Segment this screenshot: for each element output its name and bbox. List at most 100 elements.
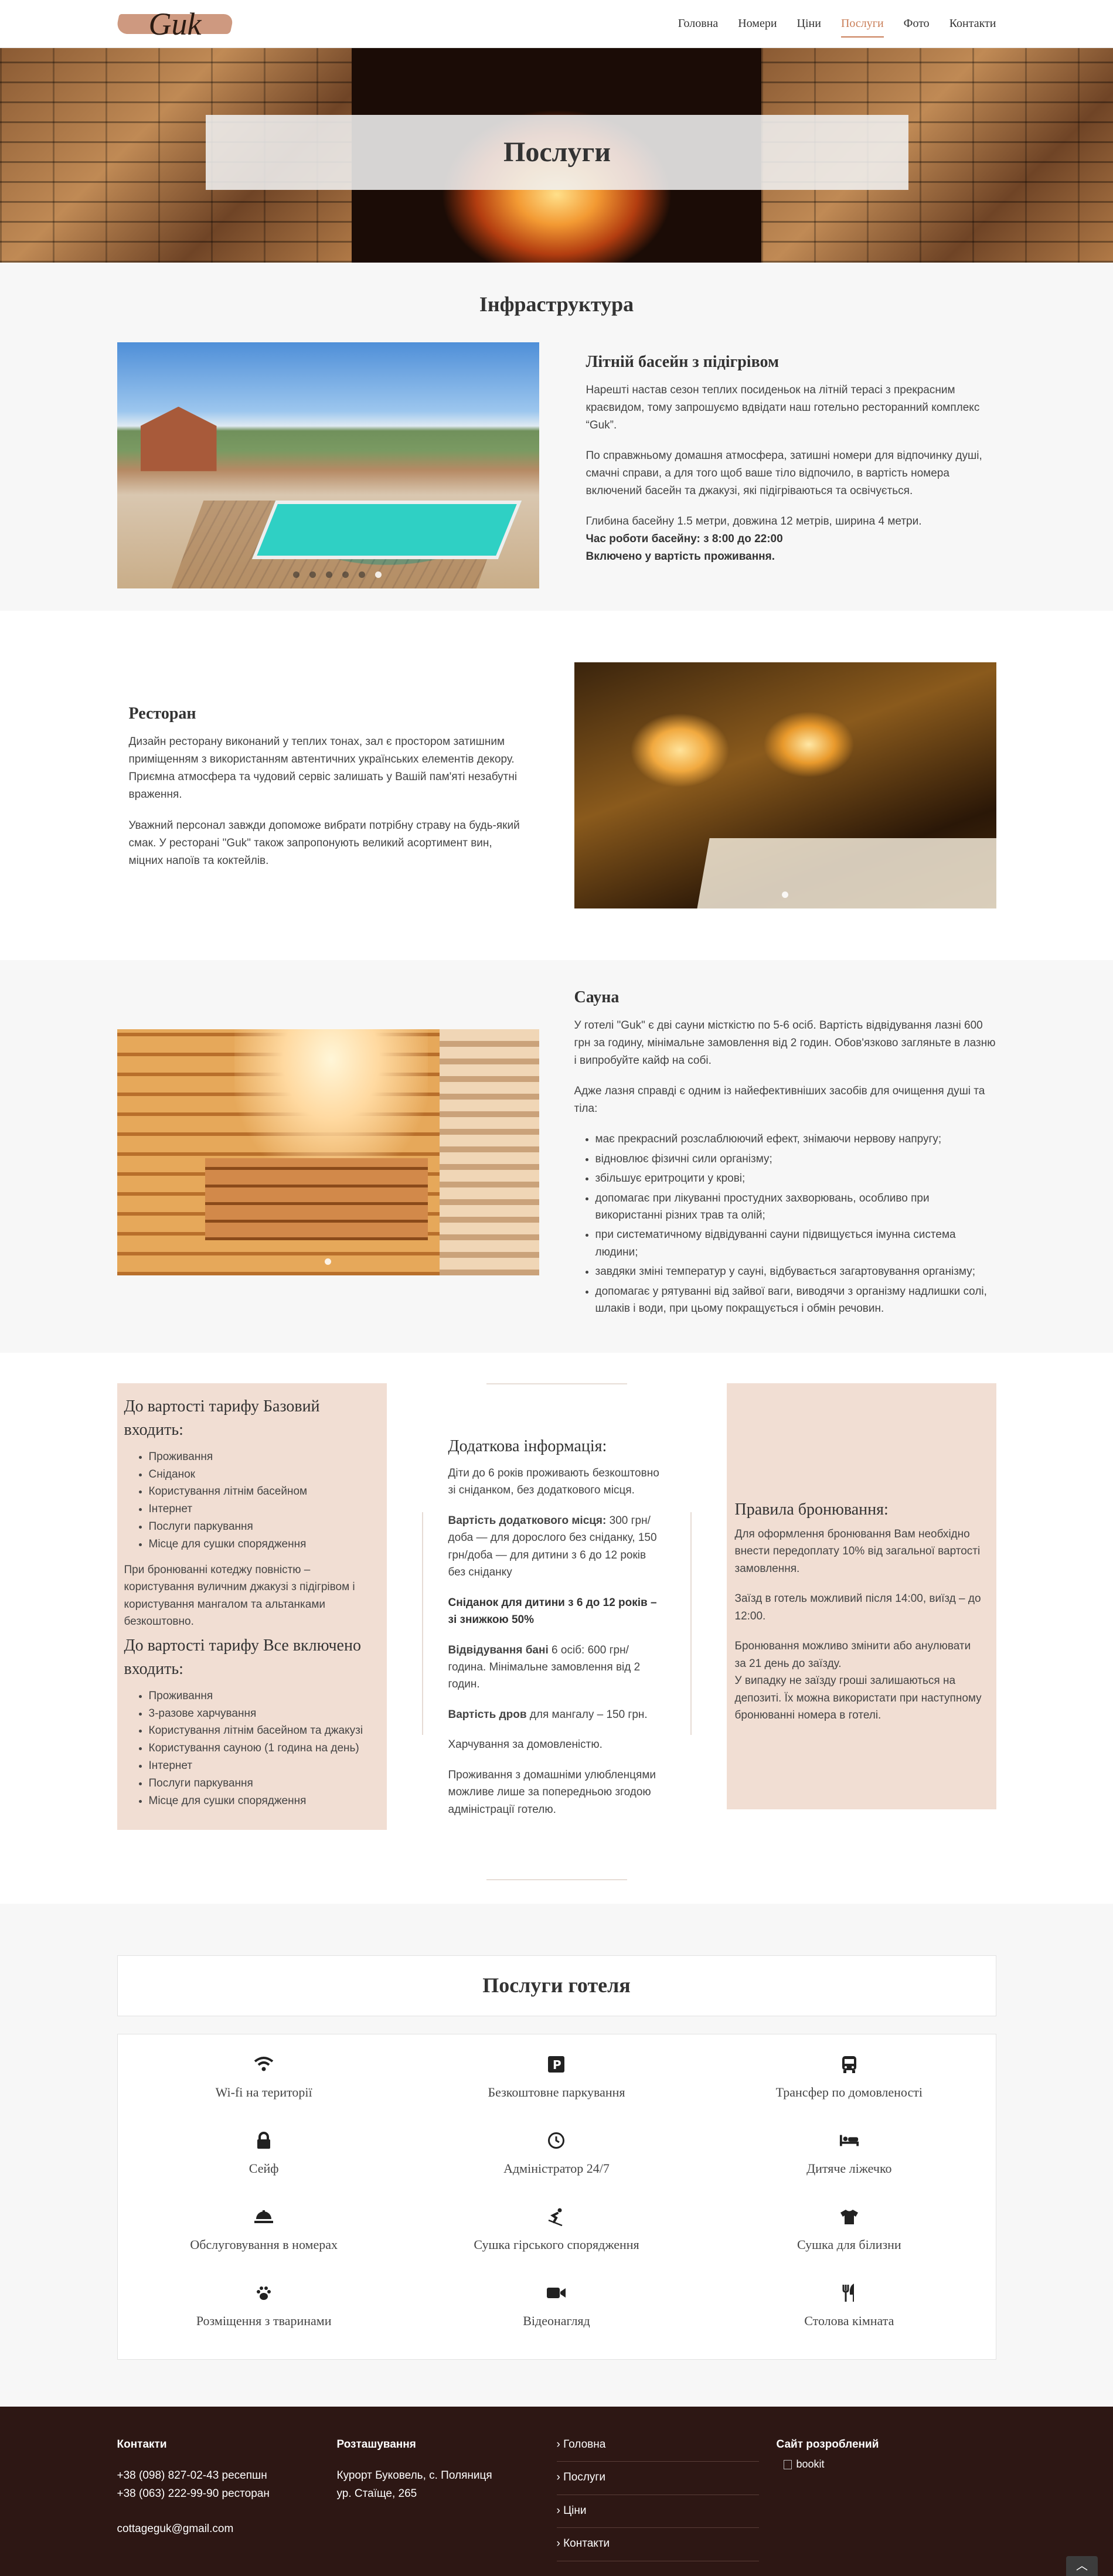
footer-location-title: Розташування [336, 2438, 416, 2451]
slider-dot-active[interactable] [325, 1258, 331, 1265]
scroll-to-top-button[interactable]: ︿ [1066, 2556, 1098, 2576]
restaurant-section: Ресторан Дизайн ресторану виконаний у те… [0, 611, 1113, 960]
service-item: Сушка гірського спорядження [410, 2199, 703, 2275]
pool-image-water [251, 500, 522, 559]
nav-contacts[interactable]: Контакти [949, 11, 996, 38]
service-label: Сушка гірського спорядження [474, 2237, 639, 2252]
bath-label: Відвідування бані [448, 1643, 549, 1656]
footer-location: Розташування Курорт Буковель, с. Поляниц… [337, 2436, 557, 2561]
service-label: Дитяче ліжечко [806, 2161, 892, 2176]
hero-title-box: Послуги [206, 115, 908, 190]
list-item: Користування сауною (1 година на день) [149, 1740, 379, 1757]
tariffs-section: До вартості тарифу Базовий входить: Прож… [0, 1353, 1113, 1904]
nav-prices[interactable]: Ціни [797, 11, 821, 38]
site-footer: Контакти +38 (098) 827-02-43 ресепшн +38… [0, 2407, 1113, 2576]
restaurant-text-3: Уважний персонал завжди допоможе вибрати… [128, 819, 520, 867]
sauna-image-slider[interactable] [117, 1029, 539, 1275]
footer-link-home[interactable]: › Головна [556, 2436, 759, 2462]
clock-icon [546, 2131, 566, 2150]
footer-link-contacts[interactable]: › Контакти [556, 2528, 759, 2561]
restaurant-image-table [696, 838, 996, 908]
page-title: Послуги [503, 136, 611, 168]
parking-icon: P [546, 2054, 566, 2074]
service-label: Відеонагляд [523, 2313, 590, 2329]
slider-dot[interactable] [342, 571, 349, 578]
service-item: Обслуговування в номерах [118, 2199, 410, 2275]
logo[interactable]: Guk [114, 4, 234, 45]
wood-label: Вартість дров [448, 1708, 527, 1721]
slider-dot[interactable] [309, 571, 316, 578]
paw-icon [254, 2283, 274, 2303]
list-item: Інтернет [149, 1500, 379, 1518]
slider-dot-active[interactable] [782, 891, 788, 898]
tariff-base-note: При бронюванні котеджу повністю – корист… [124, 1563, 355, 1628]
service-item: P Безкоштовне паркування [410, 2046, 703, 2122]
list-item: Проживання [149, 1448, 379, 1466]
footer-link-label: Послуги [563, 2471, 605, 2484]
service-item: Розміщення з тваринами [118, 2275, 410, 2351]
slider-dot[interactable] [292, 571, 299, 578]
chevron-up-icon: ︿ [1076, 2559, 1088, 2572]
tariff-box-left: До вартості тарифу Базовий входить: Прож… [117, 1383, 387, 1830]
restaurant-image-slider[interactable] [574, 662, 996, 908]
list-item: Послуги паркування [149, 1775, 379, 1792]
extra-info-bath: Відвідування бані 6 осіб: 600 грн/година… [448, 1642, 665, 1693]
tariff-all-inclusive-list: Проживання 3-разове харчування Користува… [149, 1687, 379, 1810]
service-item: Столова кімната [703, 2275, 995, 2351]
footer-developer: Сайт розроблений bookit [777, 2436, 996, 2561]
footer-phone-restaurant[interactable]: +38 (063) 222-99-90 ресторан [117, 2485, 337, 2503]
service-item: Адміністратор 24/7 [410, 2122, 703, 2199]
nav-services[interactable]: Послуги [840, 11, 884, 38]
service-item: Трансфер по домовленості [703, 2046, 995, 2122]
nav-home[interactable]: Головна [678, 11, 719, 38]
main-nav: Головна Номери Ціни Послуги Фото Контакт… [678, 11, 996, 38]
skier-icon [546, 2207, 566, 2227]
slider-dot[interactable] [358, 571, 365, 578]
list-item: допомагає при лікуванні простудних захво… [595, 1190, 996, 1224]
video-camera-icon [546, 2283, 566, 2303]
service-item: Дитяче ліжечко [703, 2122, 995, 2199]
divider [421, 1512, 423, 1735]
sauna-image-bench [205, 1158, 428, 1240]
service-label: Обслуговування в номерах [190, 2237, 338, 2252]
list-item: Проживання [149, 1687, 379, 1705]
service-item: Сейф [118, 2122, 410, 2199]
broken-image-icon [783, 2460, 792, 2470]
lock-icon [254, 2131, 274, 2150]
pool-included: Включено у вартість проживання. [586, 550, 775, 563]
list-item: має прекрасний розслаблюючий ефект, знім… [595, 1131, 996, 1148]
bookit-logo-link[interactable]: bookit [783, 2456, 996, 2473]
restaurant-text-2: Приємна атмосфера та чудовий сервіс зали… [128, 771, 518, 801]
list-item: відновлює фізичні сили організму; [595, 1151, 996, 1168]
footer-phone-reception[interactable]: +38 (098) 827-02-43 ресепшн [117, 2467, 337, 2485]
extra-info-pets: Проживання з домашніми улюбленцями можли… [448, 1768, 656, 1816]
footer-link-label: Головна [563, 2438, 606, 2451]
service-item: Wi-fi на території [118, 2046, 410, 2122]
footer-email[interactable]: cottageguk@gmail.com [117, 2520, 337, 2538]
sauna-benefits-list: має прекрасний розслаблюючий ефект, знім… [595, 1131, 996, 1317]
footer-link-services[interactable]: › Послуги [556, 2462, 759, 2495]
list-item: Сніданок [149, 1466, 379, 1483]
footer-link-prices[interactable]: › Ціни [556, 2495, 759, 2529]
services-header: Послуги готеля [117, 1955, 996, 2017]
tariff-base-list: Проживання Сніданок Користування літнім … [149, 1448, 379, 1553]
divider [486, 1383, 627, 1384]
pool-title: Літній басейн з підігрівом [586, 352, 780, 371]
nav-photo[interactable]: Фото [904, 11, 930, 38]
sauna-image-door [439, 1029, 539, 1275]
wood-text: для мангалу – 150 грн. [526, 1708, 648, 1721]
bus-icon [839, 2054, 859, 2074]
nav-rooms[interactable]: Номери [738, 11, 777, 38]
tshirt-icon [839, 2207, 859, 2227]
svg-text:P: P [553, 2058, 561, 2072]
slider-dot-active[interactable] [375, 571, 382, 578]
list-item: при систематичному відвідуванні сауни пі… [595, 1226, 996, 1261]
slider-dot[interactable] [325, 571, 332, 578]
extra-info-title: Додаткова інформація: [448, 1437, 607, 1455]
service-item: Сушка для білизни [703, 2199, 995, 2275]
pool-image-slider[interactable] [117, 342, 539, 588]
footer-link-label: Ціни [563, 2504, 587, 2517]
infrastructure-title: Інфраструктура [479, 292, 634, 316]
pool-dimensions: Глибина басейну 1.5 метри, довжина 12 ме… [586, 515, 922, 528]
bookit-alt-text: bookit [796, 2458, 825, 2470]
